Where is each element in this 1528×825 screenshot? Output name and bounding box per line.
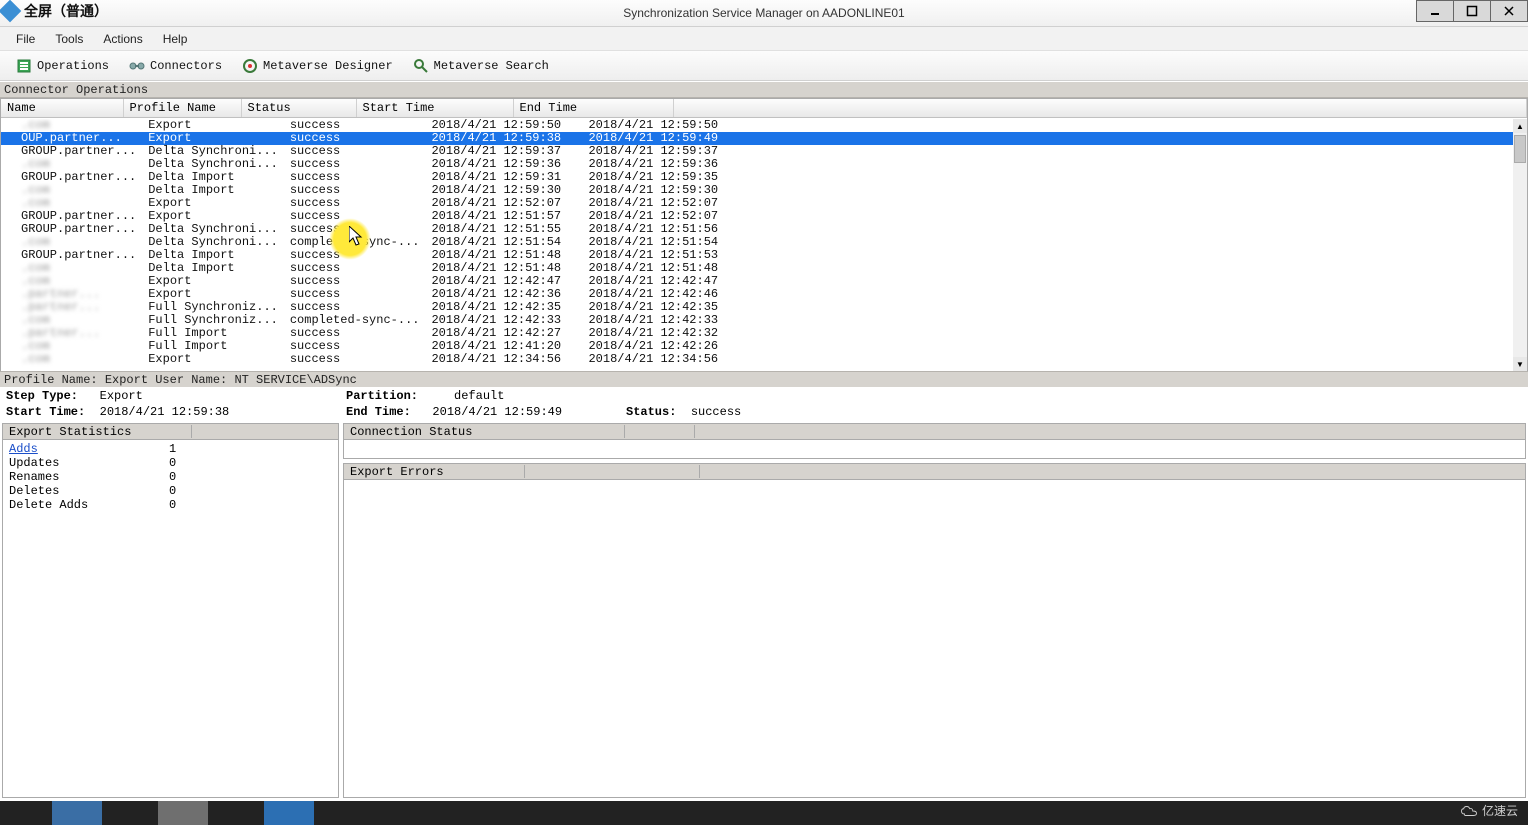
- table-row[interactable]: .comFull Synchroniz...completed-sync-...…: [1, 314, 1513, 327]
- tab-metaverse-search[interactable]: Metaverse Search: [403, 55, 559, 77]
- taskbar[interactable]: [0, 801, 1528, 825]
- operations-grid[interactable]: Name Profile Name Status Start Time End …: [0, 98, 1528, 372]
- table-row[interactable]: .partner...Full Importsuccess2018/4/21 1…: [1, 327, 1513, 340]
- operations-grid-title: Connector Operations: [0, 82, 1528, 98]
- start-time-value: 2018/4/21 12:59:38: [100, 405, 230, 419]
- close-button[interactable]: [1490, 0, 1528, 22]
- table-row[interactable]: .comDelta Synchroni...success2018/4/21 1…: [1, 158, 1513, 171]
- details-header: Profile Name: Export User Name: NT SERVI…: [0, 371, 1528, 387]
- window-title: Synchronization Service Manager on AADON…: [0, 6, 1528, 20]
- menu-file[interactable]: File: [6, 29, 45, 49]
- step-type-label: Step Type:: [6, 389, 78, 403]
- end-time-value: 2018/4/21 12:59:49: [432, 405, 562, 419]
- table-row[interactable]: GROUP.partner...Exportsuccess2018/4/21 1…: [1, 210, 1513, 223]
- details-info: Step Type: Export Partition: default Sta…: [0, 387, 1528, 421]
- maximize-button[interactable]: [1453, 0, 1491, 22]
- menu-bar: File Tools Actions Help: [0, 27, 1528, 51]
- table-row[interactable]: GROUP.partner...Delta Synchroni...succes…: [1, 223, 1513, 236]
- title-bar: Synchronization Service Manager on AADON…: [0, 0, 1528, 27]
- export-errors-header: Export Errors: [350, 465, 525, 478]
- scroll-up-button[interactable]: ▲: [1513, 119, 1527, 133]
- table-row[interactable]: .comDelta Synchroni...completed-sync-...…: [1, 236, 1513, 249]
- scroll-down-button[interactable]: ▼: [1513, 357, 1527, 371]
- status-label: Status:: [626, 405, 676, 419]
- table-row[interactable]: .comFull Importsuccess2018/4/21 12:41:20…: [1, 340, 1513, 353]
- table-row[interactable]: .partner...Full Synchroniz...success2018…: [1, 301, 1513, 314]
- operations-scrollbar[interactable]: ▲ ▼: [1513, 119, 1527, 371]
- operations-table-header: Name Profile Name Status Start Time End …: [1, 99, 1527, 118]
- tab-metaverse-designer-label: Metaverse Designer: [263, 59, 393, 73]
- stat-row: Renames0: [9, 470, 332, 484]
- status-value: success: [691, 405, 741, 419]
- table-row[interactable]: .comExportsuccess2018/4/21 12:59:502018/…: [1, 119, 1513, 132]
- table-row[interactable]: GROUP.partner...Delta Importsuccess2018/…: [1, 171, 1513, 184]
- col-start[interactable]: Start Time: [356, 99, 513, 118]
- tab-connectors[interactable]: Connectors: [119, 55, 232, 77]
- operations-icon: [16, 58, 32, 74]
- taskbar-app-3[interactable]: [264, 801, 314, 825]
- menu-help[interactable]: Help: [153, 29, 198, 49]
- export-errors-pane: Export Errors: [343, 463, 1526, 798]
- recorder-label: 全屏（普通）: [24, 1, 108, 21]
- taskbar-app-1[interactable]: [52, 801, 102, 825]
- tab-operations-label: Operations: [37, 59, 109, 73]
- operations-table-body[interactable]: .comExportsuccess2018/4/21 12:59:502018/…: [1, 119, 1513, 371]
- table-row[interactable]: OUP.partner...Exportsuccess2018/4/21 12:…: [1, 132, 1513, 145]
- stat-row: Delete Adds0: [9, 498, 332, 512]
- table-row[interactable]: .comExportsuccess2018/4/21 12:34:562018/…: [1, 353, 1513, 366]
- connectors-icon: [129, 58, 145, 74]
- partition-label: Partition:: [346, 389, 418, 403]
- minimize-button[interactable]: [1416, 0, 1454, 22]
- export-statistics-pane: Export Statistics Adds1Updates0Renames0D…: [2, 423, 339, 798]
- menu-actions[interactable]: Actions: [93, 29, 152, 49]
- export-statistics-header: Export Statistics: [9, 425, 192, 438]
- metaverse-designer-icon: [242, 58, 258, 74]
- taskbar-app-2[interactable]: [158, 801, 208, 825]
- window-controls: [1417, 0, 1528, 22]
- table-row[interactable]: .comDelta Importsuccess2018/4/21 12:51:4…: [1, 262, 1513, 275]
- step-type-value: Export: [100, 389, 143, 403]
- table-row[interactable]: .comDelta Importsuccess2018/4/21 12:59:3…: [1, 184, 1513, 197]
- metaverse-search-icon: [413, 58, 429, 74]
- stat-row[interactable]: Adds1: [9, 442, 332, 456]
- end-time-label: End Time:: [346, 405, 411, 419]
- watermark: 亿速云: [1460, 802, 1518, 819]
- connection-status-header: Connection Status: [350, 425, 625, 438]
- col-status[interactable]: Status: [241, 99, 356, 118]
- col-end[interactable]: End Time: [513, 99, 673, 118]
- tab-metaverse-search-label: Metaverse Search: [434, 59, 549, 73]
- scrollbar-thumb[interactable]: [1514, 135, 1526, 163]
- toolbar: Operations Connectors Metaverse Designer…: [0, 51, 1528, 81]
- tab-operations[interactable]: Operations: [6, 55, 119, 77]
- table-row[interactable]: GROUP.partner...Delta Synchroni...succes…: [1, 145, 1513, 158]
- col-pad: [673, 99, 1527, 118]
- recorder-logo-icon: [0, 0, 21, 22]
- start-time-label: Start Time:: [6, 405, 85, 419]
- stat-row: Deletes0: [9, 484, 332, 498]
- tab-metaverse-designer[interactable]: Metaverse Designer: [232, 55, 403, 77]
- stat-row: Updates0: [9, 456, 332, 470]
- connection-status-pane: Connection Status: [343, 423, 1526, 459]
- tab-connectors-label: Connectors: [150, 59, 222, 73]
- recorder-overlay: 全屏（普通）: [0, 0, 116, 22]
- col-name[interactable]: Name: [1, 99, 123, 118]
- table-row[interactable]: GROUP.partner...Delta Importsuccess2018/…: [1, 249, 1513, 262]
- col-profile[interactable]: Profile Name: [123, 99, 241, 118]
- table-row[interactable]: .partner...Exportsuccess2018/4/21 12:42:…: [1, 288, 1513, 301]
- table-row[interactable]: .comExportsuccess2018/4/21 12:42:472018/…: [1, 275, 1513, 288]
- menu-tools[interactable]: Tools: [45, 29, 93, 49]
- partition-value: default: [454, 389, 504, 403]
- watermark-label: 亿速云: [1482, 802, 1518, 819]
- lower-panes: Export Statistics Adds1Updates0Renames0D…: [0, 421, 1528, 800]
- export-statistics-body: Adds1Updates0Renames0Deletes0Delete Adds…: [3, 440, 338, 797]
- table-row[interactable]: .comExportsuccess2018/4/21 12:52:072018/…: [1, 197, 1513, 210]
